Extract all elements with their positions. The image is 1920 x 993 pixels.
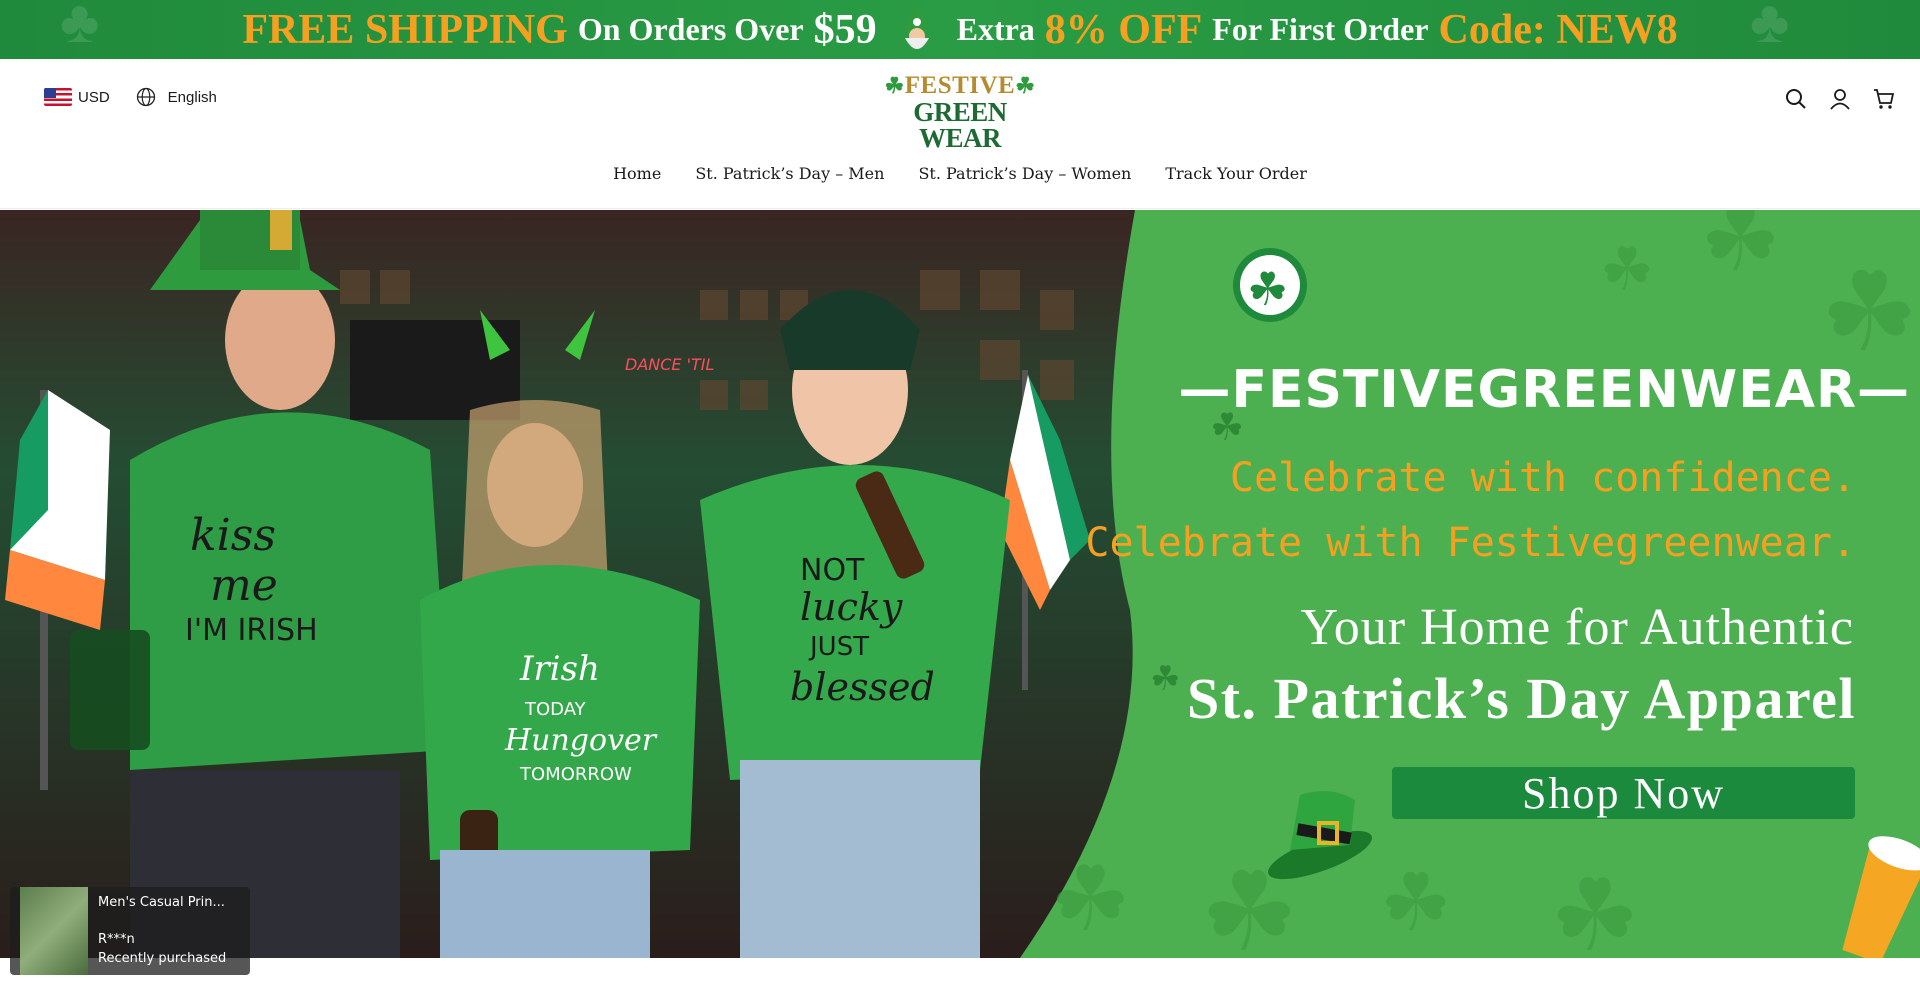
locale-selector: USD English [44, 87, 217, 107]
shop-now-button[interactable]: Shop Now [1392, 767, 1855, 819]
recent-purchase-popup[interactable]: Men's Casual Prin... R***n Recently purc… [10, 887, 250, 975]
product-thumbnail [20, 887, 88, 975]
site-logo[interactable]: ☘FESTIVE☘ GREEN WEAR [877, 72, 1043, 152]
nav-men[interactable]: St. Patrick’s Day – Men [695, 164, 884, 183]
svg-text:NOT: NOT [800, 553, 865, 588]
popup-buyer: R***n [98, 932, 135, 947]
svg-text:DANCE 'TIL: DANCE 'TIL [625, 355, 714, 374]
svg-text:☘: ☘ [1700, 210, 1781, 290]
hero-background: DANCE 'TIL kiss me I'M IRISH Irish TODAY… [0, 210, 1920, 958]
svg-text:lucky: lucky [800, 585, 903, 629]
globe-icon [136, 87, 155, 107]
site-header: USD English ☘FESTIVE☘ GREEN WEAR [0, 59, 1920, 152]
svg-text:☘: ☘ [1247, 264, 1288, 315]
popup-status: Recently purchased [98, 951, 227, 966]
currency-selector[interactable]: USD [44, 88, 110, 106]
flag-us-icon [44, 88, 72, 106]
hero-script-line2: Celebrate with Festivegreenwear. [1085, 520, 1856, 566]
search-icon[interactable] [1784, 87, 1808, 111]
cart-icon[interactable] [1872, 87, 1896, 111]
currency-label: USD [78, 88, 110, 106]
promo-free-shipping: FREE SHIPPING [242, 6, 568, 53]
svg-text:☘: ☘ [1380, 860, 1452, 948]
clover-decoration: ♣ [60, 0, 100, 55]
svg-text:☘: ☘ [1600, 237, 1654, 303]
shamrock-icon: ☘ [884, 73, 905, 98]
svg-text:TODAY: TODAY [524, 699, 587, 720]
svg-text:I'M IRISH: I'M IRISH [185, 613, 318, 648]
promo-discount: 8% OFF [1044, 6, 1203, 53]
hero-brand-title: —FESTIVEGREENWEAR— [1178, 360, 1910, 420]
nav-home[interactable]: Home [613, 164, 661, 183]
main-nav: Home St. Patrick’s Day – Men St. Patrick… [0, 139, 1920, 209]
svg-text:blessed: blessed [790, 665, 935, 709]
promo-on-orders-over: On Orders Over [577, 11, 804, 47]
gnome-icon [891, 2, 943, 58]
hero-tagline1: Your Home for Authentic [1300, 599, 1854, 656]
svg-text:me: me [210, 560, 278, 611]
promo-threshold: $59 [813, 6, 877, 53]
nav-track-order[interactable]: Track Your Order [1165, 164, 1307, 183]
hero-script-line1: Celebrate with confidence. [1229, 455, 1856, 501]
svg-text:TOMORROW: TOMORROW [519, 764, 632, 785]
svg-text:☘: ☘ [1820, 252, 1919, 374]
header-actions [1784, 87, 1896, 111]
shamrock-icon: ☘ [1015, 73, 1036, 98]
logo-line1: FESTIVE [904, 72, 1016, 99]
hero-banner[interactable]: DANCE 'TIL kiss me I'M IRISH Irish TODAY… [0, 210, 1920, 958]
promo-extra: Extra [956, 11, 1035, 47]
language-label: English [167, 88, 217, 106]
svg-text:☘: ☘ [1050, 851, 1131, 950]
clover-decoration: ♣ [1750, 0, 1790, 55]
hero-tagline2: St. Patrick’s Day Apparel [1186, 666, 1856, 731]
nav-women[interactable]: St. Patrick’s Day – Women [918, 164, 1131, 183]
language-selector[interactable]: English [118, 87, 217, 107]
svg-text:Irish: Irish [519, 649, 600, 689]
svg-text:☘: ☘ [1550, 861, 1640, 958]
svg-text:kiss: kiss [190, 510, 276, 561]
promo-banner[interactable]: ♣ ♣ FREE SHIPPING On Orders Over $59 Ext… [0, 0, 1920, 59]
promo-first-order: For First Order [1212, 11, 1429, 47]
svg-text:☘: ☘ [1150, 661, 1180, 698]
promo-code: Code: NEW8 [1438, 6, 1678, 53]
popup-product-name: Men's Casual Prin... [98, 895, 225, 910]
svg-text:Hungover: Hungover [504, 723, 658, 758]
account-icon[interactable] [1828, 87, 1852, 111]
svg-text:JUST: JUST [808, 632, 869, 662]
